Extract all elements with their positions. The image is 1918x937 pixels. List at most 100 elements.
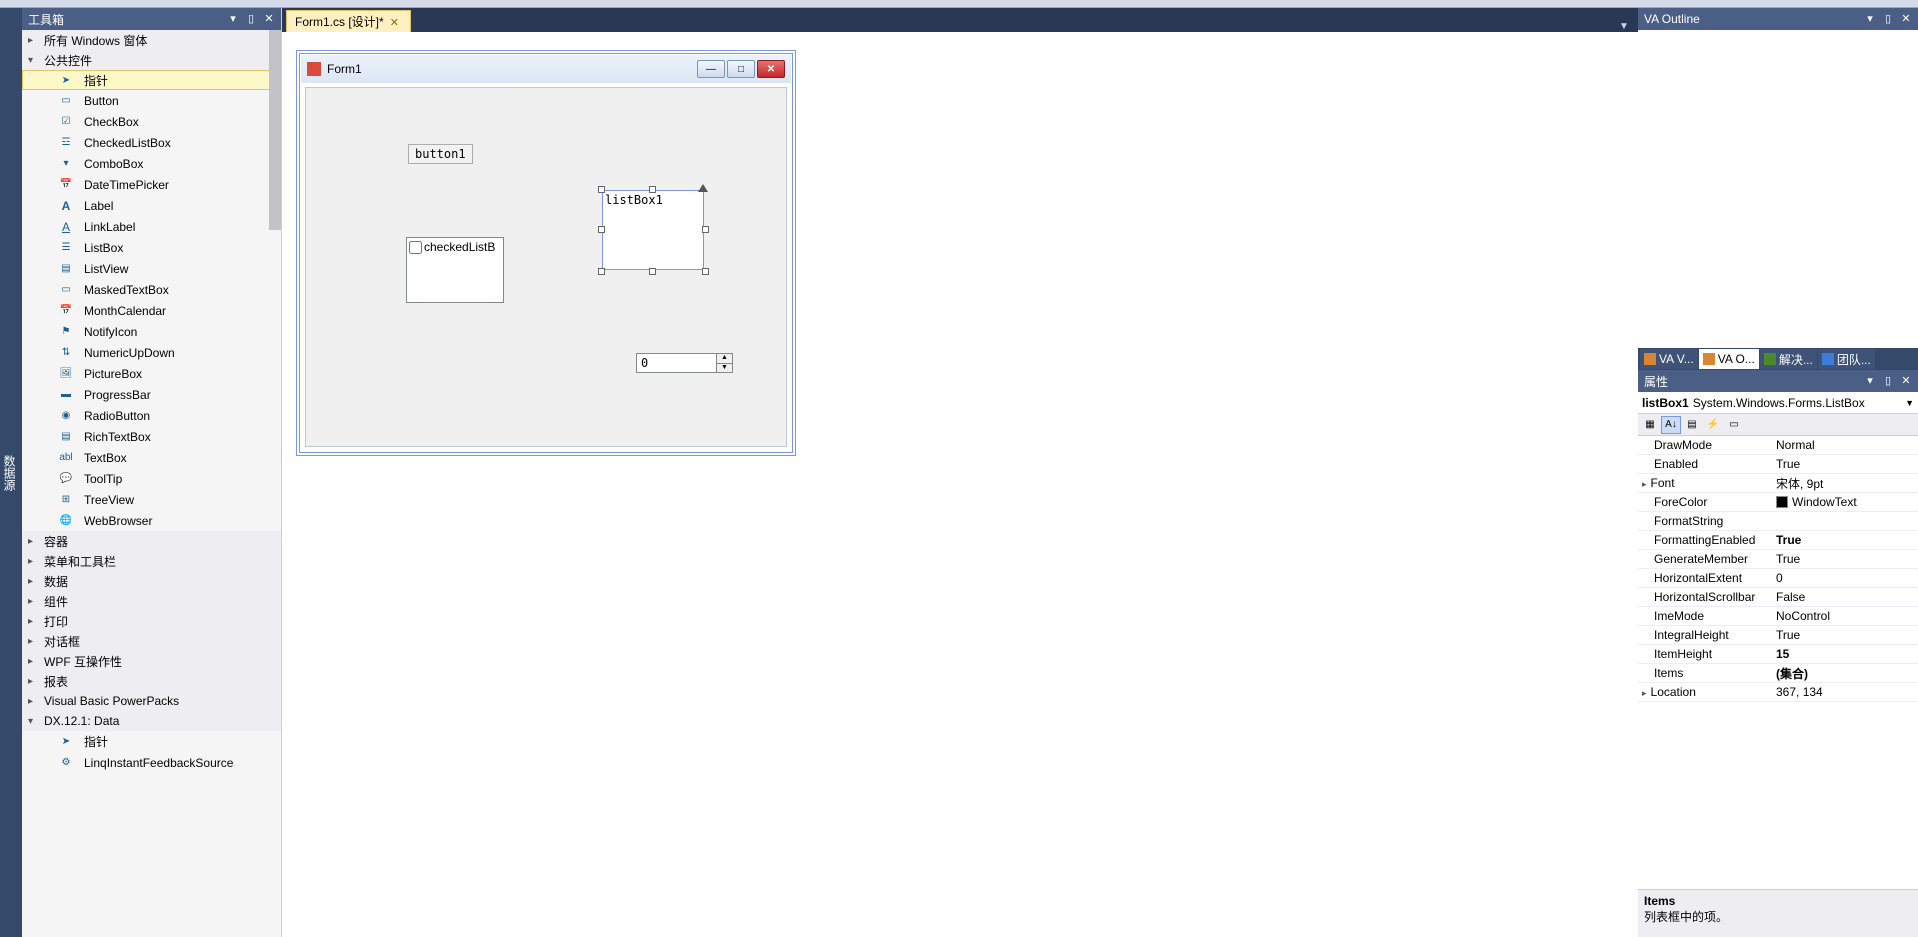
property-row[interactable]: ForeColorWindowText: [1638, 493, 1918, 512]
properties-dropdown-icon[interactable]: ▾: [1864, 375, 1876, 387]
form-numericupdown1[interactable]: 0 ▲ ▼: [636, 353, 733, 373]
tab-va-outline[interactable]: VA O...: [1699, 349, 1759, 369]
toolbox-item-tooltip[interactable]: 💬ToolTip: [22, 468, 281, 489]
properties-selector[interactable]: listBox1 System.Windows.Forms.ListBox ▼: [1638, 392, 1918, 414]
numeric-spin-down[interactable]: ▼: [717, 364, 732, 373]
smart-tag-icon[interactable]: [698, 184, 708, 192]
properties-close-icon[interactable]: ✕: [1900, 375, 1912, 387]
property-value[interactable]: 15: [1772, 647, 1918, 661]
toolbox-item-linklabel[interactable]: ALinkLabel: [22, 216, 281, 237]
selection-handle-nw[interactable]: [598, 186, 605, 193]
selection-handle-s[interactable]: [649, 268, 656, 275]
property-row[interactable]: EnabledTrue: [1638, 455, 1918, 474]
toolbox-item-pointer2[interactable]: ➤指针: [22, 731, 281, 752]
form-designer-window[interactable]: Form1 — □ ✕ button1 checkedListB listBox…: [296, 50, 796, 456]
toolbox-item-picturebox[interactable]: 🖼PictureBox: [22, 363, 281, 384]
toolbox-cat-allforms[interactable]: ▸所有 Windows 窗体: [22, 30, 281, 50]
toolbox-item-label[interactable]: ALabel: [22, 195, 281, 216]
property-row[interactable]: ImeModeNoControl: [1638, 607, 1918, 626]
document-tabs-dropdown-icon[interactable]: ▼: [1618, 21, 1634, 32]
tab-team[interactable]: 团队...: [1818, 349, 1875, 369]
props-events-button[interactable]: ⚡: [1703, 416, 1723, 434]
toolbox-item-checkbox[interactable]: ☑CheckBox: [22, 111, 281, 132]
toolbox-scrollbar[interactable]: [269, 30, 281, 230]
numeric-spin-up[interactable]: ▲: [717, 354, 732, 364]
form-maximize-icon[interactable]: □: [727, 60, 755, 78]
toolbox-cat-printing[interactable]: ▸打印: [22, 611, 281, 631]
toolbox-item-numericupdown[interactable]: ⇅NumericUpDown: [22, 342, 281, 363]
props-alphabetical-button[interactable]: A↓: [1661, 416, 1681, 434]
property-row[interactable]: HorizontalExtent0: [1638, 569, 1918, 588]
property-row[interactable]: Font宋体, 9pt: [1638, 474, 1918, 493]
property-row[interactable]: ItemHeight15: [1638, 645, 1918, 664]
property-row[interactable]: IntegralHeightTrue: [1638, 626, 1918, 645]
property-value[interactable]: True: [1772, 533, 1918, 547]
document-tab-close-icon[interactable]: ✕: [390, 16, 402, 28]
property-value[interactable]: WindowText: [1772, 495, 1918, 509]
toolbox-item-combobox[interactable]: ▾ComboBox: [22, 153, 281, 174]
form-button1[interactable]: button1: [408, 144, 473, 164]
toolbox-cat-reports[interactable]: ▸报表: [22, 671, 281, 691]
toolbox-item-radiobutton[interactable]: ◉RadioButton: [22, 405, 281, 426]
toolbox-cat-components[interactable]: ▸组件: [22, 591, 281, 611]
document-tab-form1[interactable]: Form1.cs [设计]* ✕: [286, 10, 411, 32]
va-outline-pin-icon[interactable]: ▯: [1882, 13, 1894, 25]
toolbox-cat-containers[interactable]: ▸容器: [22, 531, 281, 551]
toolbox-cat-dxdata[interactable]: ▾DX.12.1: Data: [22, 711, 281, 731]
property-value[interactable]: 367, 134: [1772, 685, 1918, 699]
toolbox-item-monthcalendar[interactable]: 📅MonthCalendar: [22, 300, 281, 321]
property-row[interactable]: HorizontalScrollbarFalse: [1638, 588, 1918, 607]
property-value[interactable]: True: [1772, 457, 1918, 471]
toolbox-cat-vbpp[interactable]: ▸Visual Basic PowerPacks: [22, 691, 281, 711]
toolbox-pin-icon[interactable]: ▯: [245, 13, 257, 25]
property-row[interactable]: FormattingEnabledTrue: [1638, 531, 1918, 550]
toolbox-item-maskedtextbox[interactable]: ▭MaskedTextBox: [22, 279, 281, 300]
selection-handle-se[interactable]: [702, 268, 709, 275]
toolbox-item-textbox[interactable]: ablTextBox: [22, 447, 281, 468]
toolbox-item-webbrowser[interactable]: 🌐WebBrowser: [22, 510, 281, 531]
toolbox-item-richtextbox[interactable]: ▤RichTextBox: [22, 426, 281, 447]
form-listbox1[interactable]: listBox1: [602, 190, 704, 270]
property-row[interactable]: Items(集合): [1638, 664, 1918, 683]
va-outline-close-icon[interactable]: ✕: [1900, 13, 1912, 25]
property-row[interactable]: FormatString: [1638, 512, 1918, 531]
tab-solution-explorer[interactable]: 解决...: [1760, 349, 1817, 369]
toolbox-cat-dialogs[interactable]: ▸对话框: [22, 631, 281, 651]
property-value[interactable]: NoControl: [1772, 609, 1918, 623]
toolbox-item-linqfeed[interactable]: ⚙LinqInstantFeedbackSource: [22, 752, 281, 773]
props-props-button[interactable]: ▤: [1682, 416, 1702, 434]
properties-pin-icon[interactable]: ▯: [1882, 375, 1894, 387]
toolbox-item-treeview[interactable]: ⊞TreeView: [22, 489, 281, 510]
design-surface[interactable]: Form1 — □ ✕ button1 checkedListB listBox…: [282, 32, 1638, 937]
form-close-icon[interactable]: ✕: [757, 60, 785, 78]
property-value[interactable]: Normal: [1772, 438, 1918, 452]
toolbox-cat-common[interactable]: ▾公共控件: [22, 50, 281, 70]
toolbox-item-listbox[interactable]: ☰ListBox: [22, 237, 281, 258]
va-outline-dropdown-icon[interactable]: ▾: [1864, 13, 1876, 25]
properties-selector-dropdown-icon[interactable]: ▼: [1905, 398, 1914, 408]
property-row[interactable]: DrawModeNormal: [1638, 436, 1918, 455]
toolbox-item-datetimepicker[interactable]: 📅DateTimePicker: [22, 174, 281, 195]
toolbox-cat-data[interactable]: ▸数据: [22, 571, 281, 591]
form-client-area[interactable]: button1 checkedListB listBox1 0: [305, 87, 787, 447]
toolbox-cat-wpf[interactable]: ▸WPF 互操作性: [22, 651, 281, 671]
datasource-vertical-tab[interactable]: 数据源: [0, 8, 22, 937]
toolbox-item-notifyicon[interactable]: ⚑NotifyIcon: [22, 321, 281, 342]
property-value[interactable]: True: [1772, 552, 1918, 566]
toolbox-item-button[interactable]: ▭Button: [22, 90, 281, 111]
property-value[interactable]: (集合): [1772, 665, 1918, 682]
toolbox-item-pointer[interactable]: ➤指针: [22, 70, 281, 90]
properties-grid[interactable]: DrawModeNormalEnabledTrueFont宋体, 9ptFore…: [1638, 436, 1918, 889]
toolbox-item-progressbar[interactable]: ▬ProgressBar: [22, 384, 281, 405]
toolbox-close-icon[interactable]: ✕: [263, 13, 275, 25]
selection-handle-w[interactable]: [598, 226, 605, 233]
form-checkedlistbox1[interactable]: checkedListB: [406, 237, 504, 303]
property-value[interactable]: 0: [1772, 571, 1918, 585]
selection-handle-sw[interactable]: [598, 268, 605, 275]
selection-handle-n[interactable]: [649, 186, 656, 193]
props-pages-button[interactable]: ▭: [1724, 416, 1744, 434]
tab-va-view[interactable]: VA V...: [1640, 349, 1698, 369]
property-value[interactable]: False: [1772, 590, 1918, 604]
toolbox-dropdown-icon[interactable]: ▾: [227, 13, 239, 25]
props-categorized-button[interactable]: ▦: [1640, 416, 1660, 434]
